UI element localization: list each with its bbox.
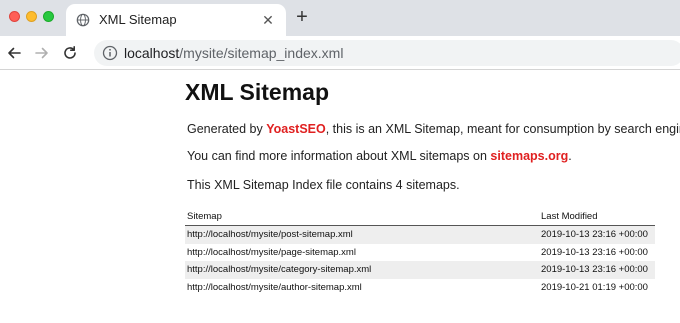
reload-icon[interactable] <box>62 45 78 61</box>
tab-close-button[interactable]: ✕ <box>260 12 276 28</box>
new-tab-button[interactable]: + <box>292 7 312 27</box>
sitemaps-org-link[interactable]: sitemaps.org <box>490 149 568 163</box>
window-minimize-button[interactable] <box>26 11 37 22</box>
tab-title: XML Sitemap <box>99 12 177 27</box>
table-row: http://localhost/mysite/author-sitemap.x… <box>185 279 655 297</box>
url-text[interactable]: localhost/mysite/sitemap_index.xml <box>124 45 343 61</box>
sitemap-link[interactable]: http://localhost/mysite/category-sitemap… <box>185 261 539 279</box>
generated-prefix: Generated by <box>187 122 267 136</box>
globe-icon <box>76 13 90 27</box>
url-host: localhost <box>124 45 180 61</box>
header-sitemap: Sitemap <box>185 208 539 226</box>
last-modified-cell: 2019-10-13 23:16 +00:00 <box>541 246 648 258</box>
address-bar[interactable]: localhost/mysite/sitemap_index.xml <box>94 40 680 66</box>
info-suffix: . <box>568 149 572 163</box>
sitemap-link[interactable]: http://localhost/mysite/author-sitemap.x… <box>185 279 539 297</box>
generated-suffix: , this is an XML Sitemap, meant for cons… <box>325 122 680 136</box>
more-info-paragraph: You can find more information about XML … <box>187 148 572 164</box>
sitemap-count-text: This XML Sitemap Index file contains 4 s… <box>187 178 460 192</box>
info-prefix: You can find more information about XML … <box>187 149 491 163</box>
browser-tab[interactable]: XML Sitemap ✕ <box>66 4 286 36</box>
browser-toolbar: localhost/mysite/sitemap_index.xml <box>0 36 680 70</box>
window-maximize-button[interactable] <box>43 11 54 22</box>
table-header-row: Sitemap Last Modified <box>185 208 655 226</box>
info-icon[interactable] <box>102 45 118 61</box>
page-content: XML Sitemap Generated by YoastSEO, this … <box>0 70 680 323</box>
last-modified-cell: 2019-10-13 23:16 +00:00 <box>539 261 655 279</box>
table-row: http://localhost/mysite/page-sitemap.xml… <box>185 244 655 262</box>
page-title: XML Sitemap <box>185 79 329 105</box>
sitemap-link[interactable]: http://localhost/mysite/post-sitemap.xml <box>185 225 539 244</box>
last-modified-cell: 2019-10-13 23:16 +00:00 <box>539 225 655 244</box>
sitemap-link[interactable]: http://localhost/mysite/page-sitemap.xml <box>185 244 539 262</box>
table-row: http://localhost/mysite/post-sitemap.xml… <box>185 225 655 244</box>
sitemap-table: Sitemap Last Modified http://localhost/m… <box>185 208 655 296</box>
back-arrow-icon[interactable] <box>6 45 22 61</box>
url-path: /mysite/sitemap_index.xml <box>179 45 344 61</box>
forward-arrow-icon[interactable] <box>34 45 50 61</box>
table-row: http://localhost/mysite/category-sitemap… <box>185 261 655 279</box>
window-close-button[interactable] <box>9 11 20 22</box>
last-modified-cell: 2019-10-21 01:19 +00:00 <box>541 281 648 293</box>
yoastseo-link[interactable]: YoastSEO <box>266 122 326 136</box>
tab-bar: XML Sitemap ✕ + <box>0 0 680 36</box>
header-last-modified: Last Modified <box>539 208 655 226</box>
generated-by-paragraph: Generated by YoastSEO, this is an XML Si… <box>187 121 680 137</box>
